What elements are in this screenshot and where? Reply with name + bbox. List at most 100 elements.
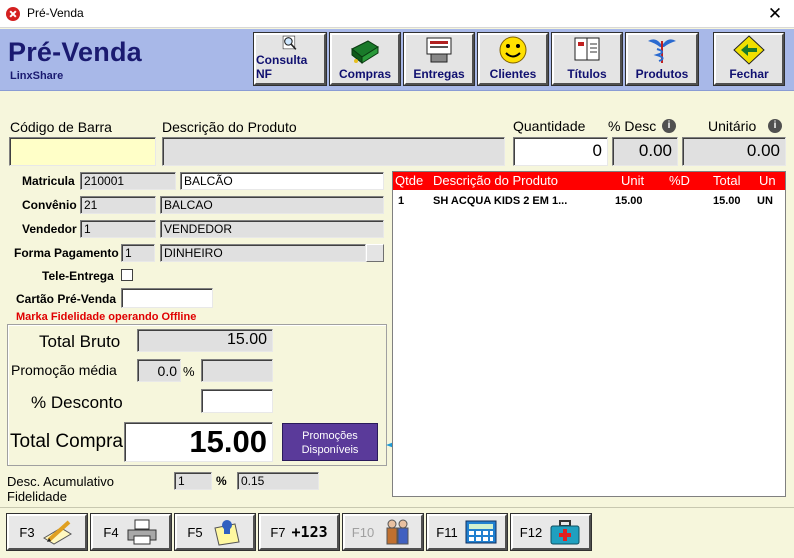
f11-button[interactable]: F11	[426, 513, 508, 551]
caduceus-icon	[648, 39, 676, 63]
close-button[interactable]: ✕	[760, 0, 790, 28]
magnifier-icon	[282, 35, 297, 50]
vendedor-label: Vendedor	[22, 222, 77, 236]
discount-input[interactable]: 0.00	[612, 137, 678, 166]
cash-register-icon	[351, 40, 379, 65]
matricula-name-field[interactable]: BALCÃO	[180, 172, 384, 190]
pagamento-name-field[interactable]: DINHEIRO	[160, 244, 366, 262]
percent-desconto-input[interactable]	[201, 389, 273, 413]
description-input[interactable]	[162, 137, 505, 166]
column-descricao[interactable]: Descrição do Produto	[433, 173, 558, 188]
produtos-button[interactable]: Produtos	[625, 32, 699, 86]
f3-button[interactable]: F3	[6, 513, 88, 551]
pencil-paper-icon	[42, 520, 72, 545]
unit-price-label: Unitário	[708, 118, 757, 134]
quantity-input[interactable]: 0	[513, 137, 608, 166]
clientes-button[interactable]: Clientes	[477, 32, 549, 86]
barcode-label: Código de Barra	[10, 119, 112, 135]
forma-pagamento-label: Forma Pagamento	[14, 246, 119, 260]
total-compra-value: 15.00	[124, 422, 273, 462]
vendedor-code-field[interactable]: 1	[80, 220, 156, 238]
title-bar	[0, 0, 794, 28]
first-aid-kit-icon	[550, 520, 580, 545]
book-icon	[574, 37, 600, 61]
total-bruto-value: 15.00	[137, 329, 273, 352]
percent-desconto-label: % Desconto	[31, 393, 123, 412]
convenio-label: Convênio	[22, 198, 77, 212]
promocao-media-value: 0.0	[137, 359, 181, 382]
notes-icon	[213, 520, 240, 546]
entregas-button[interactable]: Entregas	[403, 32, 475, 86]
consulta-nf-button[interactable]: Consulta NF	[253, 32, 327, 86]
row-unit: 15.00	[615, 195, 643, 207]
f12-label: F12	[519, 524, 543, 540]
smiley-icon	[499, 36, 527, 64]
matricula-label: Matricula	[22, 174, 75, 188]
promocoes-disponiveis-button[interactable]: Promoções Disponíveis	[282, 423, 378, 461]
f10-button[interactable]: F10	[342, 513, 424, 551]
calculator-icon	[465, 520, 497, 544]
vendedor-name-field[interactable]: VENDEDOR	[160, 220, 384, 238]
entregas-label: Entregas	[413, 67, 465, 81]
fechar-label: Fechar	[729, 67, 769, 81]
matricula-code-field[interactable]: 210001	[80, 172, 176, 190]
info-icon[interactable]: i	[662, 119, 676, 133]
exit-arrow-icon	[733, 35, 765, 65]
people-icon	[386, 519, 409, 545]
table-row[interactable]: 1 SH ACQUA KIDS 2 EM 1... 15.00 15.00 UN	[393, 194, 785, 210]
f3-label: F3	[19, 524, 35, 540]
column-pct-d[interactable]: %D	[669, 173, 690, 188]
unit-price-input[interactable]: 0.00	[682, 137, 786, 166]
column-unit[interactable]: Unit	[621, 173, 644, 188]
convenio-code-field[interactable]: 21	[80, 196, 156, 214]
f5-label: F5	[187, 524, 203, 540]
printer-icon	[127, 519, 157, 545]
promo-button-line1: Promoções	[302, 430, 358, 442]
f10-label: F10	[351, 524, 375, 540]
row-descricao: SH ACQUA KIDS 2 EM 1...	[433, 195, 568, 207]
produtos-label: Produtos	[635, 67, 689, 81]
f7-label: F7	[270, 524, 286, 540]
fidelidade-label: Fidelidade	[7, 489, 67, 504]
promocao-pct-symbol: %	[183, 364, 195, 379]
column-qtde[interactable]: Qtde	[395, 173, 423, 188]
compras-button[interactable]: Compras	[329, 32, 401, 86]
acumulativo-value2-field: 0.15	[237, 472, 319, 490]
pagamento-code-field[interactable]: 1	[121, 244, 155, 262]
titulos-label: Títulos	[567, 67, 607, 81]
f5-button[interactable]: F5	[174, 513, 256, 551]
delivery-icon	[426, 37, 452, 63]
desc-acumulativo-label: Desc. Acumulativo	[7, 474, 114, 489]
acumulativo-pct-symbol: %	[216, 474, 227, 488]
convenio-name-field[interactable]: BALCAO	[160, 196, 384, 214]
total-compra-label: Total Compra	[10, 431, 123, 452]
acumulativo-value1-field: 1	[174, 472, 212, 490]
f7-button[interactable]: F7 +123	[258, 513, 340, 551]
pagamento-dropdown-button[interactable]	[366, 244, 384, 262]
app-logo-icon	[6, 7, 20, 21]
f12-button[interactable]: F12	[510, 513, 592, 551]
column-total[interactable]: Total	[713, 173, 740, 188]
numbering-icon: +123	[291, 523, 328, 541]
f4-button[interactable]: F4	[90, 513, 172, 551]
row-un: UN	[757, 195, 773, 207]
barcode-input[interactable]	[9, 137, 156, 166]
items-grid[interactable]: Qtde Descrição do Produto Unit %D Total …	[392, 171, 786, 497]
column-un[interactable]: Un	[759, 173, 776, 188]
page-subtitle: LinxShare	[10, 70, 64, 82]
fechar-button[interactable]: Fechar	[713, 32, 785, 86]
cartao-pre-venda-label: Cartão Pré-Venda	[16, 292, 117, 306]
description-label: Descrição do Produto	[162, 119, 297, 135]
tele-entrega-label: Tele-Entrega	[42, 269, 114, 283]
tele-entrega-checkbox[interactable]	[121, 269, 133, 281]
total-bruto-label: Total Bruto	[39, 332, 121, 351]
cartao-pre-venda-input[interactable]	[121, 288, 213, 308]
promo-button-line2: Disponíveis	[301, 444, 359, 456]
promocao-extra-field	[201, 359, 273, 382]
info-icon[interactable]: i	[768, 119, 782, 133]
titulos-button[interactable]: Títulos	[551, 32, 623, 86]
page-title: Pré-Venda	[8, 37, 142, 67]
row-qtde: 1	[398, 195, 405, 207]
promocao-media-label: Promoção média	[11, 362, 117, 378]
discount-label: % Desc	[608, 118, 657, 134]
